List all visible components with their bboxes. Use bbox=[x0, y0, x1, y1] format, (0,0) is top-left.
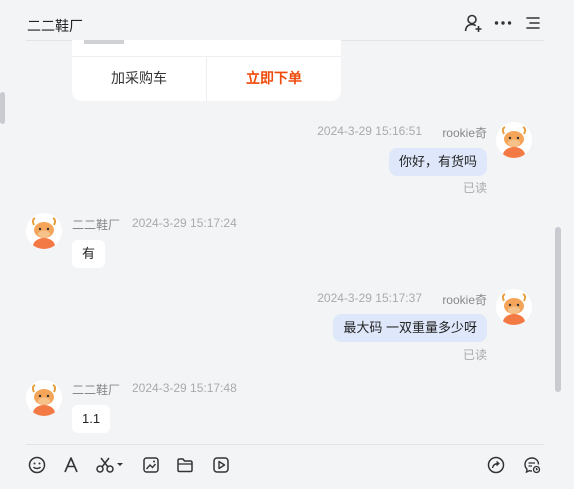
read-status: 已读 bbox=[462, 348, 487, 362]
product-thumbnail bbox=[84, 40, 124, 44]
chat-header: 二二鞋厂 bbox=[0, 0, 574, 40]
message-time: 2024-3-29 15:17:48 bbox=[132, 381, 237, 395]
folder-icon[interactable] bbox=[175, 455, 195, 475]
left-scrollbar[interactable] bbox=[0, 92, 5, 124]
buy-now-button[interactable]: 立即下单 bbox=[207, 56, 341, 101]
toolbar-divider bbox=[26, 444, 544, 445]
message-time: 2024-3-29 15:16:51 bbox=[317, 124, 422, 138]
font-icon[interactable] bbox=[61, 455, 81, 475]
cow-avatar-icon bbox=[501, 293, 527, 325]
message-sender: rookie奇 bbox=[442, 126, 487, 140]
message-time: 2024-3-29 15:17:24 bbox=[132, 216, 237, 230]
message-sender: rookie奇 bbox=[442, 293, 487, 307]
video-icon[interactable] bbox=[211, 455, 231, 475]
avatar[interactable] bbox=[496, 122, 532, 158]
add-person-icon[interactable] bbox=[463, 13, 483, 33]
message-bubble[interactable]: 最大码 一双重量多少呀 bbox=[333, 314, 487, 342]
emoji-icon[interactable] bbox=[27, 455, 47, 475]
avatar[interactable] bbox=[26, 380, 62, 416]
read-status: 已读 bbox=[462, 181, 487, 195]
message-time: 2024-3-29 15:17:37 bbox=[317, 291, 422, 305]
add-to-cart-button[interactable]: 加采购车 bbox=[72, 56, 206, 101]
more-icon[interactable] bbox=[493, 13, 513, 33]
scissors-icon[interactable] bbox=[95, 455, 125, 475]
message-sender: 二二鞋厂 bbox=[72, 383, 121, 397]
cow-avatar-icon bbox=[31, 384, 57, 416]
avatar[interactable] bbox=[26, 213, 62, 249]
message-sender: 二二鞋厂 bbox=[72, 218, 121, 232]
messages-scrollbar[interactable] bbox=[555, 227, 561, 392]
message-bubble[interactable]: 有 bbox=[72, 240, 106, 268]
cow-avatar-icon bbox=[31, 217, 57, 249]
cow-avatar-icon bbox=[501, 126, 527, 158]
share-icon[interactable] bbox=[486, 455, 506, 475]
menu-list-icon[interactable] bbox=[524, 13, 544, 33]
product-card: 加采购车 立即下单 bbox=[72, 40, 341, 101]
message-bubble[interactable]: 1.1 bbox=[72, 405, 111, 433]
avatar[interactable] bbox=[496, 289, 532, 325]
chat-history-icon[interactable] bbox=[522, 455, 542, 475]
message-bubble[interactable]: 你好，有货吗 bbox=[388, 148, 487, 176]
chat-title: 二二鞋厂 bbox=[27, 18, 83, 34]
image-icon[interactable] bbox=[141, 455, 161, 475]
